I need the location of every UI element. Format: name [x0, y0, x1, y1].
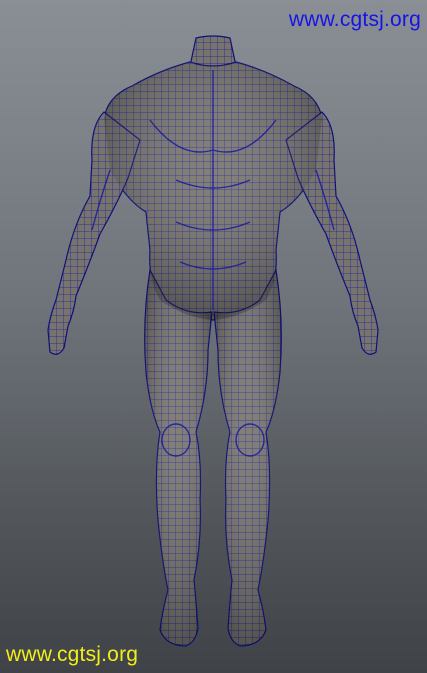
body-model[interactable]: [0, 0, 427, 673]
watermark-top: www.cgtsj.org: [288, 8, 421, 31]
watermark-bottom: www.cgtsj.org: [6, 643, 139, 666]
3d-viewport[interactable]: www.cgtsj.org www.cgtsj.org: [0, 0, 427, 673]
